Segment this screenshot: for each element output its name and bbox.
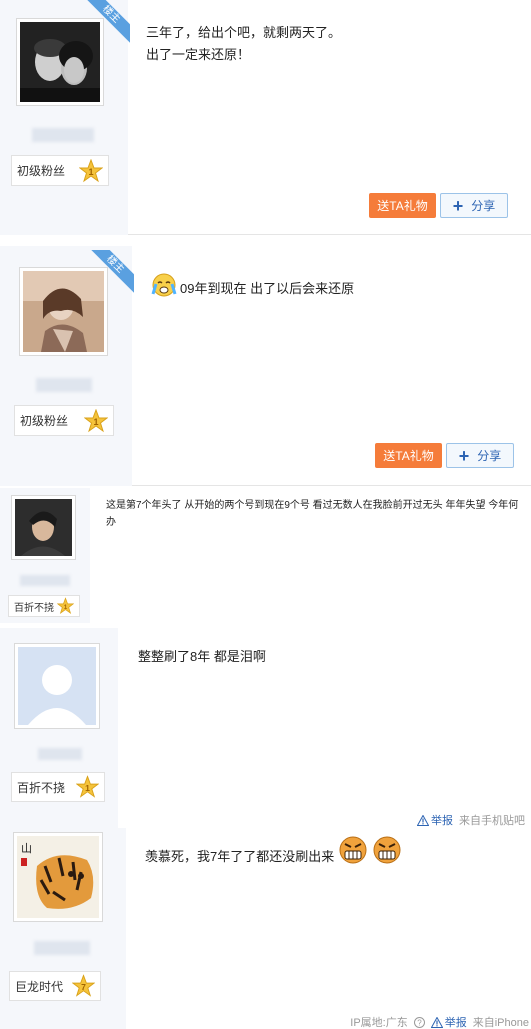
plus-icon: + (458, 445, 470, 466)
level-title: 百折不挠 (14, 602, 54, 614)
post-content: 三年了，给出个吧，就剩两天了。 出了一定来还原！ (146, 22, 341, 66)
ip-location: IP属地:广东 (350, 1017, 408, 1029)
level-star-icon: 1 (76, 775, 99, 798)
plus-icon: + (452, 195, 464, 216)
share-label: 分享 (471, 199, 496, 213)
level-title: 初级粉丝 (20, 414, 69, 428)
content-line: 这是第7个年头了 从开始的两个号到现在9个号 看过无数人在我脸前开过无头 年年失… (106, 500, 519, 528)
avatar[interactable] (14, 643, 100, 729)
post-meta: IP属地:广东 ? 举报 来自iPhone (350, 1014, 529, 1029)
svg-text:1: 1 (88, 167, 93, 177)
fan-level-badge: 百折不挠 1 (8, 595, 80, 617)
report-link[interactable]: 举报 (417, 812, 453, 828)
level-title: 初级粉丝 (17, 164, 66, 178)
post-content: 这是第7个年头了 从开始的两个号到现在9个号 看过无数人在我脸前开过无头 年年失… (106, 497, 524, 531)
content-line: 羡慕死，我7年了了都还没刷出来 (145, 849, 335, 864)
owner-badge: 楼主 (86, 0, 130, 44)
post-4: 百折不挠 1 整整刷了8年 都是泪啊 举报 来自手机贴吧 (0, 628, 531, 828)
avatar[interactable] (11, 495, 76, 560)
content-line: 整整刷了8年 都是泪啊 (138, 649, 266, 664)
svg-text:?: ? (417, 1018, 422, 1027)
username-blurred[interactable] (34, 941, 90, 955)
level-star-icon: 1 (57, 597, 74, 614)
divider (128, 234, 531, 235)
share-button[interactable]: + 分享 (446, 443, 514, 468)
svg-text:山: 山 (21, 842, 32, 855)
svg-text:1: 1 (93, 417, 98, 427)
level-star-icon: 1 (84, 408, 108, 432)
post-5: 山 巨龙时代 7 羡慕死，我7年了了都还没刷出来 IP属地:广东 ? 举报 来自… (0, 828, 531, 1029)
fan-level-badge: 初级粉丝 1 (11, 155, 109, 186)
post-3: 百折不挠 1 这是第7个年头了 从开始的两个号到现在9个号 看过无数人在我脸前开… (0, 488, 531, 623)
level-star-icon: 1 (79, 158, 103, 182)
avatar[interactable]: 山 (13, 832, 103, 922)
help-icon[interactable]: ? (413, 1016, 425, 1028)
svg-text:1: 1 (64, 604, 68, 611)
angry-emoji-icon (339, 836, 367, 864)
username-blurred[interactable] (36, 378, 92, 392)
post-content: 09年到现在 出了以后会来还原 (150, 268, 354, 300)
warning-icon (417, 814, 429, 826)
divider (132, 485, 531, 486)
content-line: 出了一定来还原！ (146, 47, 251, 62)
default-avatar-icon (18, 647, 96, 725)
send-gift-button[interactable]: 送TA礼物 (369, 193, 436, 218)
angry-emoji-icon (373, 836, 401, 864)
share-label: 分享 (477, 449, 502, 463)
username-blurred[interactable] (38, 748, 82, 760)
svg-text:7: 7 (81, 982, 86, 992)
username-blurred[interactable] (32, 128, 94, 142)
send-gift-button[interactable]: 送TA礼物 (375, 443, 442, 468)
warning-icon (430, 1016, 443, 1028)
report-link[interactable]: 举报 (430, 1014, 467, 1029)
source-label[interactable]: 来自手机贴吧 (459, 812, 525, 828)
crying-emoji-icon (151, 273, 177, 297)
fan-level-badge: 百折不挠 1 (11, 772, 105, 802)
owner-badge: 楼主 (90, 250, 134, 294)
svg-text:1: 1 (85, 783, 90, 793)
post-meta: 举报 来自手机贴吧 (417, 812, 525, 828)
level-title: 百折不挠 (17, 780, 66, 795)
post-content: 羡慕死，我7年了了都还没刷出来 (145, 832, 402, 868)
content-line: 09年到现在 出了以后会来还原 (180, 281, 355, 296)
username-blurred[interactable] (20, 575, 70, 586)
fan-level-badge: 巨龙时代 7 (9, 971, 101, 1001)
share-button[interactable]: + 分享 (440, 193, 508, 218)
post-content: 整整刷了8年 都是泪啊 (138, 646, 266, 668)
content-line: 三年了，给出个吧，就剩两天了。 (146, 25, 342, 40)
level-title: 巨龙时代 (15, 979, 64, 994)
level-star-icon: 7 (72, 974, 95, 997)
fan-level-badge: 初级粉丝 1 (14, 405, 114, 436)
source-label[interactable]: 来自iPhone (473, 1014, 529, 1029)
post-2: 楼主 初级粉丝 1 09年到现在 出了以后会来还原 送TA礼物 + 分享 (0, 246, 531, 486)
post-1: 楼主 初级粉丝 1 三年了，给出个吧，就剩两天了。 出了一定来还原！ 送TA礼物… (0, 0, 531, 235)
